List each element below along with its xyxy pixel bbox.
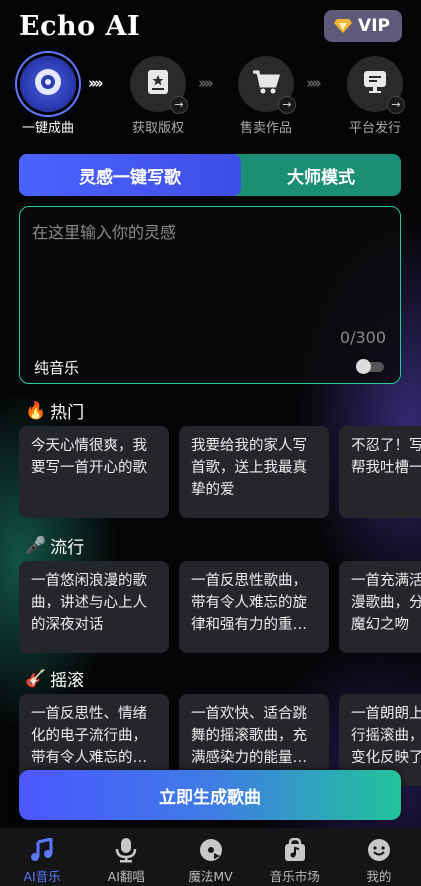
pure-music-toggle[interactable] [356, 359, 384, 374]
section-title-label: 热门 [50, 403, 85, 423]
prompt-card[interactable]: 今天心情很爽，我 要写一首开心的歌 [19, 426, 169, 518]
fire-icon: 🔥 [25, 400, 47, 421]
guitar-icon: 🎸 [25, 668, 47, 689]
microphone-emoji-icon: 🎤 [25, 535, 47, 556]
pop-prompt-cards: 一首悠闲浪漫的歌 曲，讲述与心上人 的深夜对话 一首反思性歌曲， 带有令人难忘的… [19, 561, 421, 653]
nav-label: 音乐市场 [269, 869, 320, 884]
smiley-icon [367, 837, 391, 863]
shopping-bag-icon [284, 837, 306, 863]
arrow-right-icon: → [387, 96, 405, 114]
nav-mine[interactable]: 我的 [337, 828, 421, 886]
prompt-card[interactable]: 不忍了！写 帮我吐槽一 [339, 426, 421, 518]
inspiration-input-box: 0/300 纯音乐 [19, 206, 401, 384]
step-create-song[interactable]: 一键成曲 [8, 56, 88, 136]
header: Echo AI VIP [19, 8, 402, 44]
music-note-icon [30, 837, 54, 863]
char-counter: 0/300 [339, 328, 386, 347]
section-title-label: 流行 [50, 538, 85, 558]
step-separator: ›››› [88, 74, 104, 92]
step-label: 获取版权 [131, 121, 184, 136]
pure-music-label: 纯音乐 [34, 359, 80, 377]
step-label: 售卖作品 [239, 121, 292, 136]
tab-master-mode[interactable]: 大师模式 [241, 154, 401, 196]
step-label: 一键成曲 [21, 121, 74, 136]
prompt-card[interactable]: 我要给我的家人写 首歌，送上我最真 挚的爱 [179, 426, 329, 518]
step-platform-release[interactable]: → 平台发行 [335, 56, 415, 136]
prompt-card[interactable]: 一首悠闲浪漫的歌 曲，讲述与心上人 的深夜对话 [19, 561, 169, 653]
nav-magic-mv[interactable]: 魔法MV [168, 828, 252, 886]
workflow-steps: 一键成曲 ›››› → 获取版权 ›››› → 售卖作品 ›››› → 平台发行 [8, 56, 421, 136]
nav-ai-music[interactable]: AI音乐 [0, 828, 84, 886]
nav-label: AI翻唱 [107, 869, 145, 884]
app-title: Echo AI [19, 10, 141, 42]
monitor-icon [362, 69, 388, 99]
disc-icon [33, 67, 63, 101]
step-label: 平台发行 [348, 121, 401, 136]
nav-music-market[interactable]: 音乐市场 [253, 828, 337, 886]
generate-song-button[interactable]: 立即生成歌曲 [19, 770, 401, 820]
diamond-icon [334, 18, 353, 34]
step-separator: ›››› [306, 74, 322, 92]
step-sell-works[interactable]: → 售卖作品 [226, 56, 306, 136]
mode-tabs: 灵感一键写歌 大师模式 [19, 154, 401, 196]
section-title-hot: 🔥 热门 [25, 398, 85, 424]
section-title-label: 摇滚 [50, 671, 85, 691]
microphone-icon [115, 837, 137, 863]
certificate-icon [146, 69, 170, 99]
prompt-card[interactable]: 一首充满活 漫歌曲，分 魔幻之吻 [339, 561, 421, 653]
arrow-right-icon: → [170, 96, 188, 114]
prompt-card[interactable]: 一首反思性歌曲， 带有令人难忘的旋 律和强有力的重… [179, 561, 329, 653]
section-title-pop: 🎤 流行 [25, 533, 85, 559]
bottom-nav: AI音乐 AI翻唱 魔法MV 音乐市场 我的 [0, 828, 421, 886]
vip-label: VIP [358, 16, 390, 36]
video-disc-icon [199, 837, 223, 863]
nav-label: 魔法MV [188, 869, 233, 884]
hot-prompt-cards: 今天心情很爽，我 要写一首开心的歌 我要给我的家人写 首歌，送上我最真 挚的爱 … [19, 426, 421, 518]
inspiration-input[interactable] [32, 219, 387, 319]
step-get-copyright[interactable]: → 获取版权 [118, 56, 198, 136]
nav-label: 我的 [366, 869, 392, 884]
nav-label: AI音乐 [23, 869, 61, 884]
section-title-rock: 🎸 摇滚 [25, 666, 85, 692]
step-separator: ›››› [198, 74, 214, 92]
nav-ai-cover[interactable]: AI翻唱 [84, 828, 168, 886]
vip-button[interactable]: VIP [324, 10, 402, 42]
cart-icon [252, 69, 281, 99]
arrow-right-icon: → [278, 96, 296, 114]
tab-inspiration[interactable]: 灵感一键写歌 [19, 154, 241, 196]
